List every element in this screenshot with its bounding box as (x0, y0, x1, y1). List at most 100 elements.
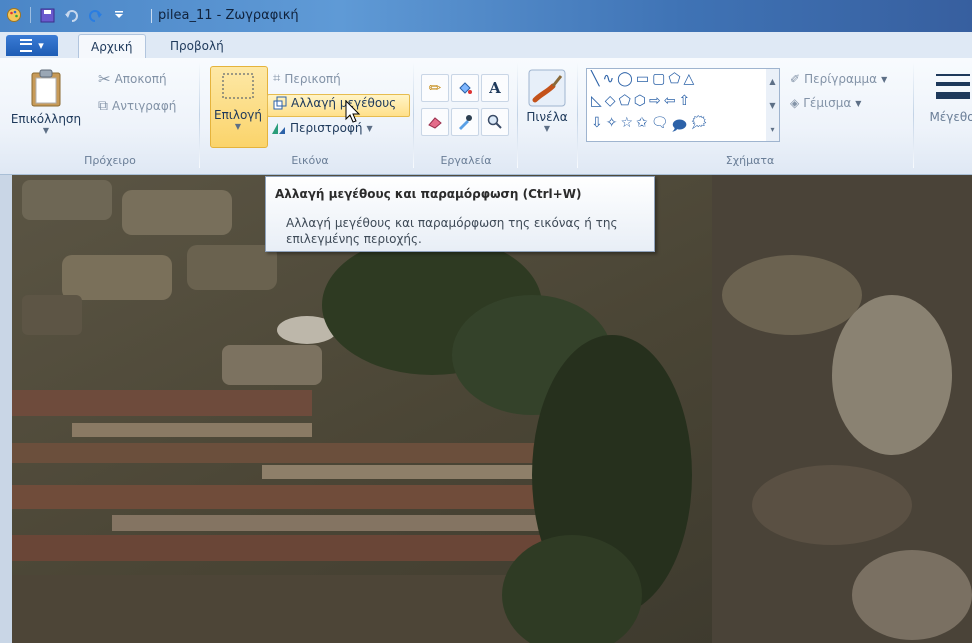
triangle-shape-icon[interactable]: △ (683, 71, 694, 87)
crop-icon: ⌗ (273, 71, 281, 86)
qat-separator (30, 7, 31, 23)
chevron-down-icon: ▼ (881, 74, 888, 84)
quick-access-toolbar (6, 7, 127, 23)
crop-label: Περικοπή (284, 71, 341, 86)
select-label: Επιλογή (213, 108, 263, 122)
crop-button[interactable]: ⌗ Περικοπή (273, 71, 341, 86)
right-arrow-shape-icon[interactable]: ⇨ (649, 93, 661, 109)
undo-icon[interactable] (63, 7, 79, 23)
customize-qat-icon[interactable] (111, 7, 127, 23)
cloud-callout-shape-icon[interactable]: 🗯 (690, 115, 708, 139)
oval-callout-shape-icon[interactable]: 🗩 (672, 115, 688, 139)
ribbon-tab-row: ▾ Αρχική Προβολή (0, 32, 972, 59)
diamond-shape-icon[interactable]: ◇ (605, 93, 616, 109)
fill-bucket-icon: ◈ (790, 96, 800, 110)
resize-label: Αλλαγή μεγέθους (291, 96, 397, 110)
size-label: Μέγεθο (929, 110, 972, 124)
ribbon: Επικόλληση ▼ ✂ Αποκοπή ⧉ Αντιγραφή Πρόχε… (0, 58, 972, 175)
canvas-margin (0, 175, 12, 643)
polygon-shape-icon[interactable]: ⬠ (668, 71, 680, 87)
tab-view[interactable]: Προβολή (158, 34, 236, 58)
fill-label: Γέμισμα (803, 96, 852, 110)
scroll-up-icon[interactable]: ▲ (769, 77, 775, 86)
group-separator (413, 62, 414, 168)
rounded-rectangle-shape-icon[interactable]: ▢ (652, 71, 665, 87)
scissors-icon: ✂ (98, 70, 111, 88)
chevron-down-icon: ▼ (543, 124, 551, 133)
shapes-row-1: ╲ ∿ ◯ ▭ ▢ ⬠ △ (591, 71, 694, 87)
five-point-star-shape-icon[interactable]: ☆ (620, 115, 633, 139)
copy-label: Αντιγραφή (112, 99, 177, 113)
group-separator (577, 62, 578, 168)
resize-button[interactable]: Αλλαγή μεγέθους (273, 96, 396, 110)
six-point-star-shape-icon[interactable]: ✩ (636, 115, 648, 139)
paste-button[interactable]: Επικόλληση ▼ (2, 68, 90, 135)
chevron-down-icon: ▾ (38, 39, 44, 52)
chevron-down-icon: ▼ (366, 123, 373, 133)
eraser-icon[interactable] (421, 108, 449, 136)
size-button[interactable]: Μέγεθο (922, 68, 972, 124)
group-label-image: Εικόνα (291, 154, 329, 167)
gallery-expand-icon[interactable]: ▾ (770, 125, 774, 134)
shapes-gallery: ╲ ∿ ◯ ▭ ▢ ⬠ △ ◺ ◇ ⬠ ⬡ ⇨ ⇦ ⇧ ⇩ ✧ ☆ ✩ 🗨 🗩 … (586, 68, 768, 142)
group-label-tools: Εργαλεία (440, 154, 492, 167)
fill-icon[interactable] (451, 74, 479, 102)
four-point-star-shape-icon[interactable]: ✧ (606, 115, 618, 139)
tab-home[interactable]: Αρχική (78, 34, 146, 59)
rectangle-shape-icon[interactable]: ▭ (636, 71, 649, 87)
outline-button[interactable]: ✐ Περίγραμμα ▼ (790, 72, 887, 86)
tooltip-title: Αλλαγή μεγέθους και παραμόρφωση (Ctrl+W) (275, 187, 582, 201)
tab-home-label: Αρχική (91, 40, 133, 54)
rect-callout-shape-icon[interactable]: 🗨 (651, 115, 669, 139)
group-label-clipboard: Πρόχειρο (84, 154, 136, 167)
outline-label: Περίγραμμα (804, 72, 878, 86)
copy-icon: ⧉ (98, 98, 108, 114)
group-label-shapes: Σχήματα (725, 154, 775, 167)
save-icon[interactable] (39, 7, 55, 23)
selection-rectangle-icon (222, 73, 254, 99)
shapes-gallery-scroll[interactable]: ▲ ▼ ▾ (766, 68, 780, 142)
text-icon[interactable]: A (481, 74, 509, 102)
group-separator (913, 62, 914, 168)
magnifier-icon[interactable] (481, 108, 509, 136)
cut-button[interactable]: ✂ Αποκοπή (98, 70, 167, 88)
file-menu-icon (20, 39, 33, 52)
redo-icon[interactable] (87, 7, 103, 23)
rotate-icon (272, 123, 285, 134)
chevron-down-icon: ▼ (42, 126, 50, 135)
brushes-label: Πινέλα (526, 110, 568, 124)
up-arrow-shape-icon[interactable]: ⇧ (678, 93, 690, 109)
shapes-row-2: ◺ ◇ ⬠ ⬡ ⇨ ⇦ ⇧ (591, 93, 690, 109)
file-menu-button[interactable]: ▾ (6, 35, 58, 56)
left-arrow-shape-icon[interactable]: ⇦ (664, 93, 676, 109)
title-divider (151, 9, 152, 23)
curve-shape-icon[interactable]: ∿ (602, 71, 614, 87)
brushes-button[interactable]: Πινέλα ▼ (522, 68, 572, 133)
hexagon-shape-icon[interactable]: ⬡ (634, 93, 646, 109)
line-shape-icon[interactable]: ╲ (591, 71, 599, 87)
paint-app-icon[interactable] (6, 7, 22, 23)
tools-grid: ✏ A (419, 72, 511, 140)
clipboard-icon (31, 69, 61, 107)
group-separator (517, 62, 518, 168)
select-button[interactable]: Επιλογή ▼ (210, 72, 266, 131)
pencil-icon[interactable]: ✏ (421, 74, 449, 102)
size-icon (936, 74, 970, 99)
right-triangle-shape-icon[interactable]: ◺ (591, 93, 602, 109)
paste-label: Επικόλληση (10, 112, 82, 126)
pentagon-shape-icon[interactable]: ⬠ (619, 93, 631, 109)
resize-tooltip: Αλλαγή μεγέθους και παραμόρφωση (Ctrl+W)… (265, 176, 655, 252)
scroll-down-icon[interactable]: ▼ (769, 101, 775, 110)
resize-icon (273, 96, 287, 110)
title-bar: pilea_11 - Ζωγραφική (0, 0, 972, 32)
color-picker-icon[interactable] (451, 108, 479, 136)
copy-button[interactable]: ⧉ Αντιγραφή (98, 98, 176, 114)
brush-icon (528, 69, 566, 107)
down-arrow-shape-icon[interactable]: ⇩ (591, 115, 603, 139)
fill-button[interactable]: ◈ Γέμισμα ▼ (790, 96, 861, 110)
tooltip-description: Αλλαγή μεγέθους και παραμόρφωση της εικό… (286, 216, 618, 246)
oval-shape-icon[interactable]: ◯ (617, 71, 633, 87)
shapes-row-3: ⇩ ✧ ☆ ✩ 🗨 🗩 🗯 (591, 115, 708, 139)
tab-view-label: Προβολή (170, 39, 224, 53)
cut-label: Αποκοπή (114, 72, 167, 86)
